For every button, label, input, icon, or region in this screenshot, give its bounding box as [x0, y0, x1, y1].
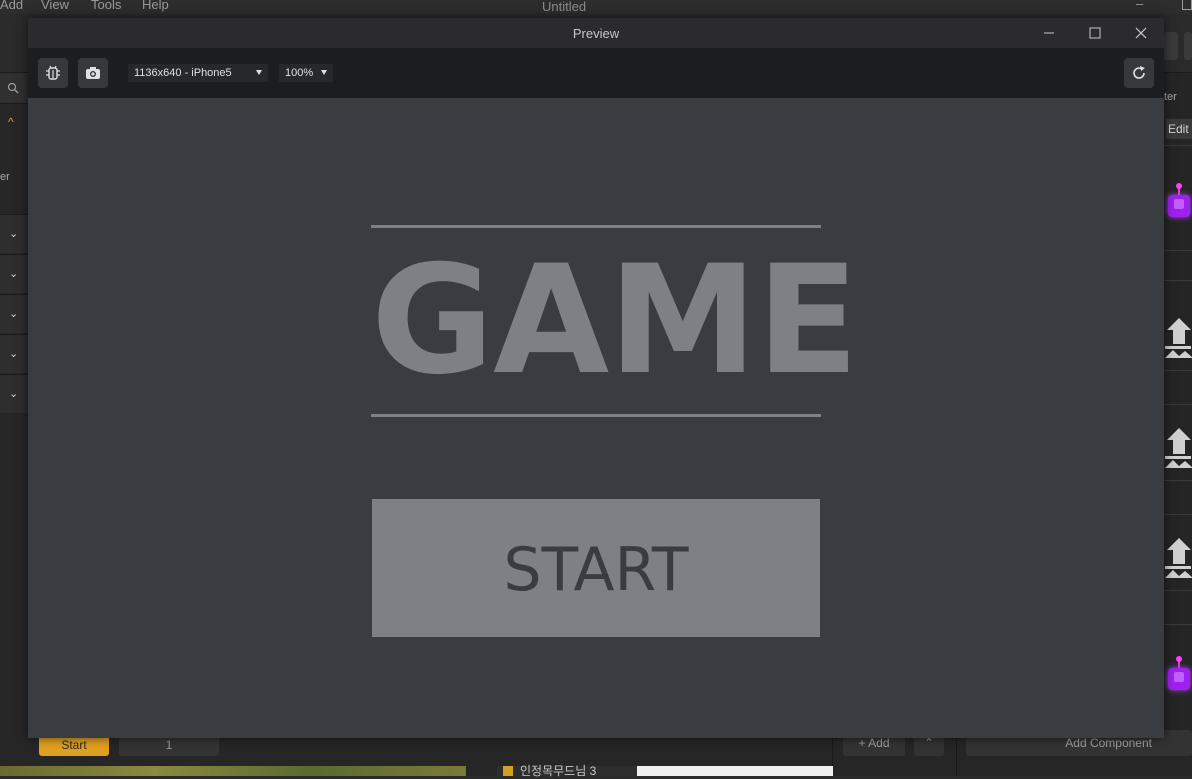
resolution-value: 1136x640 - iPhone5 — [134, 67, 232, 79]
left-panel-label: er — [0, 171, 10, 183]
right-panel — [1164, 73, 1192, 738]
chevron-down-icon: ⌄ — [9, 388, 19, 400]
divider — [1164, 590, 1192, 591]
title-bottom-rule — [371, 414, 821, 417]
panel-area — [637, 766, 833, 776]
left-panel-row[interactable]: ⌄ — [0, 374, 28, 413]
menu-bar: Add View Tools Help Untitled – — [0, 0, 1192, 14]
close-icon[interactable] — [1131, 23, 1151, 43]
chevron-down-icon: ⌄ — [9, 228, 19, 240]
game-start-button[interactable]: START — [372, 499, 820, 637]
preview-window: Preview 1136x640 - iPhone5 100% GAME STA… — [28, 18, 1164, 738]
menu-view[interactable]: View — [41, 0, 69, 12]
minimize-icon[interactable] — [1039, 23, 1059, 43]
left-panel-row[interactable]: ⌄ — [0, 334, 28, 373]
divider — [956, 738, 957, 776]
game-canvas[interactable]: GAME START — [28, 98, 1164, 738]
camera-icon — [86, 67, 100, 79]
editor-toolbar-button[interactable] — [1184, 32, 1192, 60]
resolution-select[interactable]: 1136x640 - iPhone5 — [128, 64, 268, 82]
preview-window-title: Preview — [572, 26, 620, 41]
node-block-icon[interactable] — [1168, 195, 1190, 217]
search-icon — [7, 82, 19, 94]
zoom-select[interactable]: 100% — [279, 64, 333, 82]
dropdown-arrow-icon — [256, 70, 262, 75]
preview-toolbar: 1136x640 - iPhone5 100% — [28, 48, 1164, 98]
chevron-down-icon: ⌄ — [9, 308, 19, 320]
dropdown-arrow-icon — [321, 70, 327, 75]
editor-minimize-icon[interactable]: – — [1136, 0, 1143, 11]
divider — [1164, 624, 1192, 625]
divider — [1164, 250, 1192, 251]
zoom-value: 100% — [285, 67, 314, 79]
game-title: GAME — [371, 234, 859, 408]
chevron-down-icon: ⌄ — [9, 268, 19, 280]
chevron-down-icon: ⌄ — [9, 348, 19, 360]
refresh-button[interactable] — [1124, 58, 1154, 88]
left-panel-row[interactable]: ⌄ — [0, 254, 28, 293]
refresh-icon — [1133, 66, 1145, 79]
title-top-rule — [371, 225, 821, 228]
left-panel-search[interactable] — [0, 73, 28, 104]
divider — [1164, 514, 1192, 515]
file-name: 인정목무드님 3 — [520, 764, 597, 778]
menu-tools[interactable]: Tools — [91, 0, 121, 12]
asset-thumbnail — [0, 766, 466, 776]
divider — [1164, 145, 1192, 146]
node-block-icon[interactable] — [1168, 668, 1190, 690]
left-panel-row[interactable]: ⌄ — [0, 214, 28, 253]
debug-button[interactable] — [38, 58, 68, 88]
edit-button[interactable]: Edit — [1166, 119, 1192, 139]
maximize-icon[interactable] — [1085, 23, 1105, 43]
menu-add[interactable]: Add — [0, 0, 23, 12]
chevron-up-icon[interactable]: ^ — [8, 115, 14, 129]
divider — [1164, 280, 1192, 281]
bug-icon — [46, 65, 60, 80]
menu-help[interactable]: Help — [142, 0, 169, 12]
upload-arrow-icon[interactable] — [1163, 318, 1192, 364]
divider — [1164, 370, 1192, 371]
upload-arrow-icon[interactable] — [1163, 538, 1192, 584]
folder-icon — [503, 766, 513, 776]
right-panel-label: ter — [1164, 91, 1177, 103]
screenshot-button[interactable] — [78, 58, 108, 88]
divider — [1164, 404, 1192, 405]
upload-arrow-icon[interactable] — [1163, 428, 1192, 474]
editor-toolbar-button[interactable] — [1164, 32, 1178, 60]
game-start-label: START — [503, 535, 689, 605]
preview-titlebar[interactable]: Preview — [28, 18, 1164, 48]
left-panel-row[interactable]: ⌄ — [0, 294, 28, 333]
editor-maximize-icon[interactable] — [1182, 0, 1192, 10]
left-panel: ^ er ⌄ ⌄ ⌄ ⌄ ⌄ — [0, 73, 29, 738]
editor-title: Untitled — [542, 0, 587, 14]
divider — [1164, 480, 1192, 481]
